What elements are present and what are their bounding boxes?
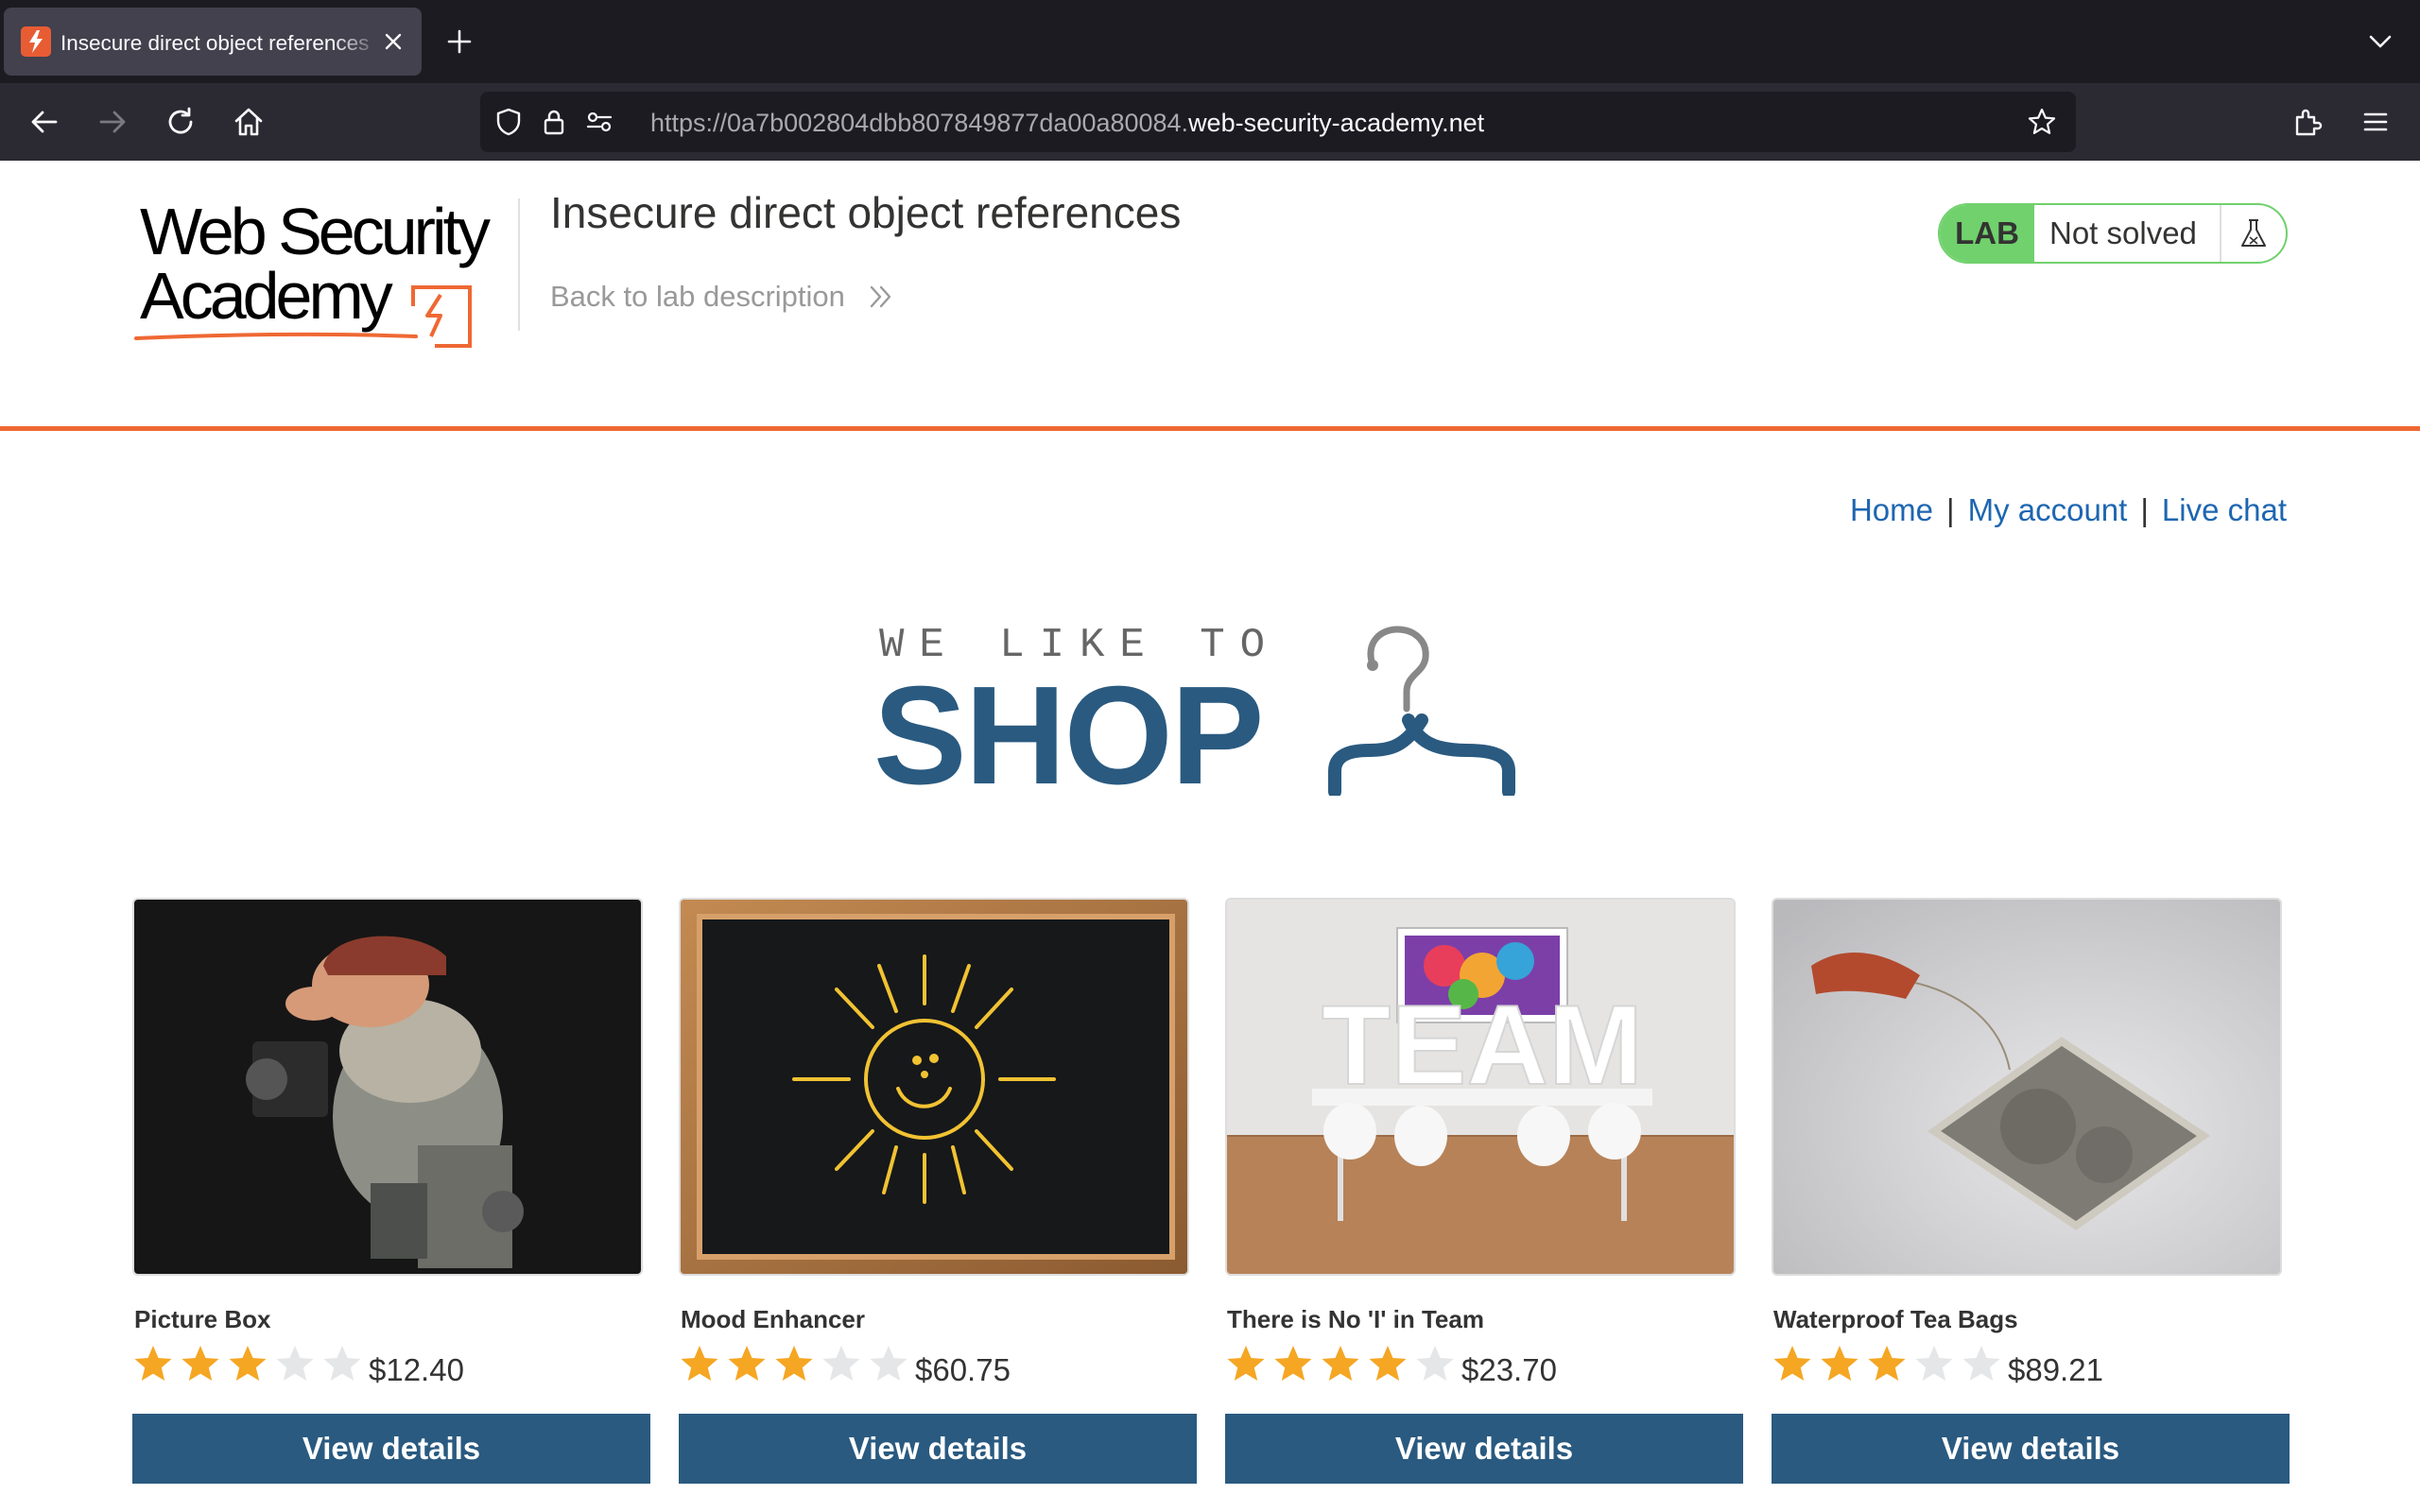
star-filled-icon — [1772, 1344, 1813, 1385]
star-empty-icon — [321, 1344, 363, 1385]
product-name: There is No 'I' in Team — [1227, 1305, 1484, 1333]
star-empty-icon — [868, 1344, 909, 1385]
product-price: $60.75 — [915, 1352, 1011, 1387]
star-filled-icon — [180, 1344, 221, 1385]
tab-close-icon[interactable] — [380, 28, 406, 55]
browser-tab-active[interactable]: Insecure direct object references — [4, 8, 422, 76]
back-arrow-icon[interactable] — [26, 104, 62, 140]
url-host: web-security-academy.net — [1188, 109, 1485, 137]
tab-list-chevron-down-icon[interactable] — [2365, 26, 2395, 57]
clothes-hanger-icon — [1328, 626, 1515, 796]
lab-title: Insecure direct object references — [550, 188, 1182, 237]
extensions-puzzle-icon[interactable] — [2290, 104, 2325, 140]
star-filled-icon — [679, 1344, 720, 1385]
product-card: Mood Enhancer $60.75 View details — [679, 898, 1197, 1484]
forward-arrow-icon[interactable] — [95, 104, 130, 140]
lab-status-separator — [2220, 205, 2221, 262]
star-filled-icon — [1320, 1344, 1361, 1385]
lab-status-text: Not solved — [2049, 215, 2197, 250]
lab-header: Web Security Academy Insecure direct obj… — [0, 161, 2420, 431]
star-empty-icon — [1414, 1344, 1456, 1385]
reload-icon[interactable] — [163, 104, 199, 140]
app-menu-hamburger-icon[interactable] — [2358, 104, 2394, 140]
star-empty-icon — [1913, 1344, 1955, 1385]
portswigger-favicon-icon — [21, 26, 51, 57]
product-rating-stars — [1225, 1344, 1461, 1387]
product-rating-stars — [679, 1344, 915, 1387]
browser-nav-bar: https://0a7b002804dbb807849877da00a80084… — [0, 83, 2420, 161]
nav-my-account-link[interactable]: My account — [1968, 492, 2128, 527]
tracking-protection-shield-icon[interactable] — [493, 107, 524, 137]
home-icon[interactable] — [231, 104, 267, 140]
star-filled-icon — [1819, 1344, 1860, 1385]
nav-home-link[interactable]: Home — [1850, 492, 1933, 527]
view-details-button[interactable]: View details — [679, 1414, 1197, 1484]
star-filled-icon — [132, 1344, 174, 1385]
bookmark-star-icon[interactable] — [2027, 107, 2057, 137]
product-price: $23.70 — [1461, 1352, 1557, 1387]
logo-divider — [518, 198, 520, 331]
new-tab-plus-icon[interactable] — [444, 26, 475, 57]
star-filled-icon — [773, 1344, 815, 1385]
product-name: Picture Box — [134, 1305, 271, 1333]
view-details-button[interactable]: View details — [1772, 1414, 2290, 1484]
nav-separator: | — [2140, 492, 2149, 527]
double-chevron-right-icon[interactable] — [866, 282, 896, 312]
back-to-lab-description-link[interactable]: Back to lab description — [550, 278, 845, 316]
url-prefix: https://0a7b002804dbb807849877da00a80084… — [650, 109, 1189, 137]
flask-icon — [2237, 216, 2271, 250]
product-price: $89.21 — [2008, 1352, 2103, 1387]
view-details-button[interactable]: View details — [1225, 1414, 1743, 1484]
view-details-button[interactable]: View details — [132, 1414, 650, 1484]
product-rating-stars — [132, 1344, 369, 1387]
browser-tab-bar: Insecure direct object references — [0, 0, 2420, 83]
star-filled-icon — [1367, 1344, 1409, 1385]
web-security-academy-logo[interactable]: Web Security Academy — [132, 197, 516, 348]
nav-separator: | — [1946, 492, 1955, 527]
logo-lightning-mark-icon — [134, 285, 472, 348]
we-like-to-shop-banner: WE LIKE TO SHOP — [870, 616, 1550, 814]
star-filled-icon — [227, 1344, 268, 1385]
product-name: Waterproof Tea Bags — [1773, 1305, 2018, 1333]
product-rating-stars — [1772, 1344, 2008, 1387]
star-filled-icon — [1225, 1344, 1267, 1385]
padlock-icon[interactable] — [539, 107, 569, 137]
lab-status-widget: LAB Not solved — [1938, 203, 2288, 264]
star-filled-icon — [1866, 1344, 1908, 1385]
lab-badge: LAB — [1940, 205, 2034, 262]
product-image-photographer-figurine — [132, 898, 643, 1276]
star-filled-icon — [1272, 1344, 1314, 1385]
site-nav: Home | My account | Live chat — [1850, 491, 2287, 529]
nav-live-chat-link[interactable]: Live chat — [2162, 492, 2287, 527]
product-price: $12.40 — [369, 1352, 464, 1387]
product-image-tea-bag — [1772, 898, 2282, 1276]
url-text: https://0a7b002804dbb807849877da00a80084… — [650, 108, 1484, 138]
product-card: TEAM There is No 'I' in Team $23.70 View… — [1225, 898, 1743, 1484]
product-image-team-meeting-room: TEAM — [1225, 898, 1736, 1276]
star-empty-icon — [821, 1344, 862, 1385]
product-name: Mood Enhancer — [681, 1305, 866, 1333]
banner-line2: SHOP — [873, 658, 1264, 814]
product-card: Waterproof Tea Bags $89.21 View details — [1772, 898, 2290, 1484]
tab-title: Insecure direct object references — [60, 31, 370, 55]
product-image-chalkboard-sun — [679, 898, 1189, 1276]
star-empty-icon — [274, 1344, 316, 1385]
url-bar[interactable]: https://0a7b002804dbb807849877da00a80084… — [480, 92, 2076, 152]
star-filled-icon — [726, 1344, 768, 1385]
site-permissions-icon[interactable] — [584, 107, 614, 137]
star-empty-icon — [1961, 1344, 2002, 1385]
product-card: Picture Box $12.40 View details — [132, 898, 650, 1484]
